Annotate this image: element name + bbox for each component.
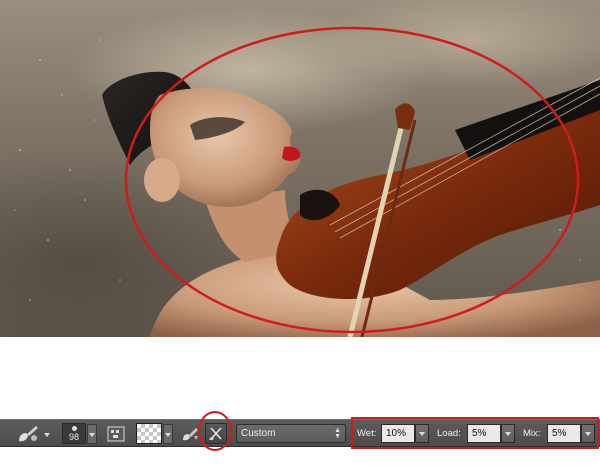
- highlight-circle-clean-brush: [198, 411, 232, 451]
- mixer-preset-select[interactable]: Custom ▲ ▼: [236, 424, 346, 443]
- brush-size-value: 98: [68, 432, 79, 442]
- brush-preset-picker[interactable]: 98: [62, 423, 86, 444]
- highlight-box-mixer-settings: [351, 417, 599, 449]
- chevron-down-icon: [89, 433, 95, 437]
- brush-load-swatch[interactable]: [136, 423, 162, 444]
- load-options-dropdown[interactable]: [163, 424, 173, 444]
- mixer-brush-icon: [19, 426, 38, 442]
- updown-arrows-icon: ▲ ▼: [334, 427, 341, 440]
- violinist-photo: [14, 26, 600, 337]
- brush-panel-button[interactable]: [106, 424, 126, 444]
- load-brush-button[interactable]: [180, 424, 200, 444]
- photo-canvas: [0, 0, 600, 337]
- chevron-down-icon: [44, 433, 50, 437]
- load-brush-icon: [183, 428, 198, 441]
- brush-tip-icon: [72, 426, 77, 431]
- brush-panel-icon: [107, 426, 125, 442]
- tool-preset-picker[interactable]: [16, 424, 50, 444]
- brush-size-dropdown[interactable]: [87, 424, 97, 444]
- mixer-preset-value: Custom: [241, 428, 276, 439]
- chevron-down-icon: [165, 433, 171, 437]
